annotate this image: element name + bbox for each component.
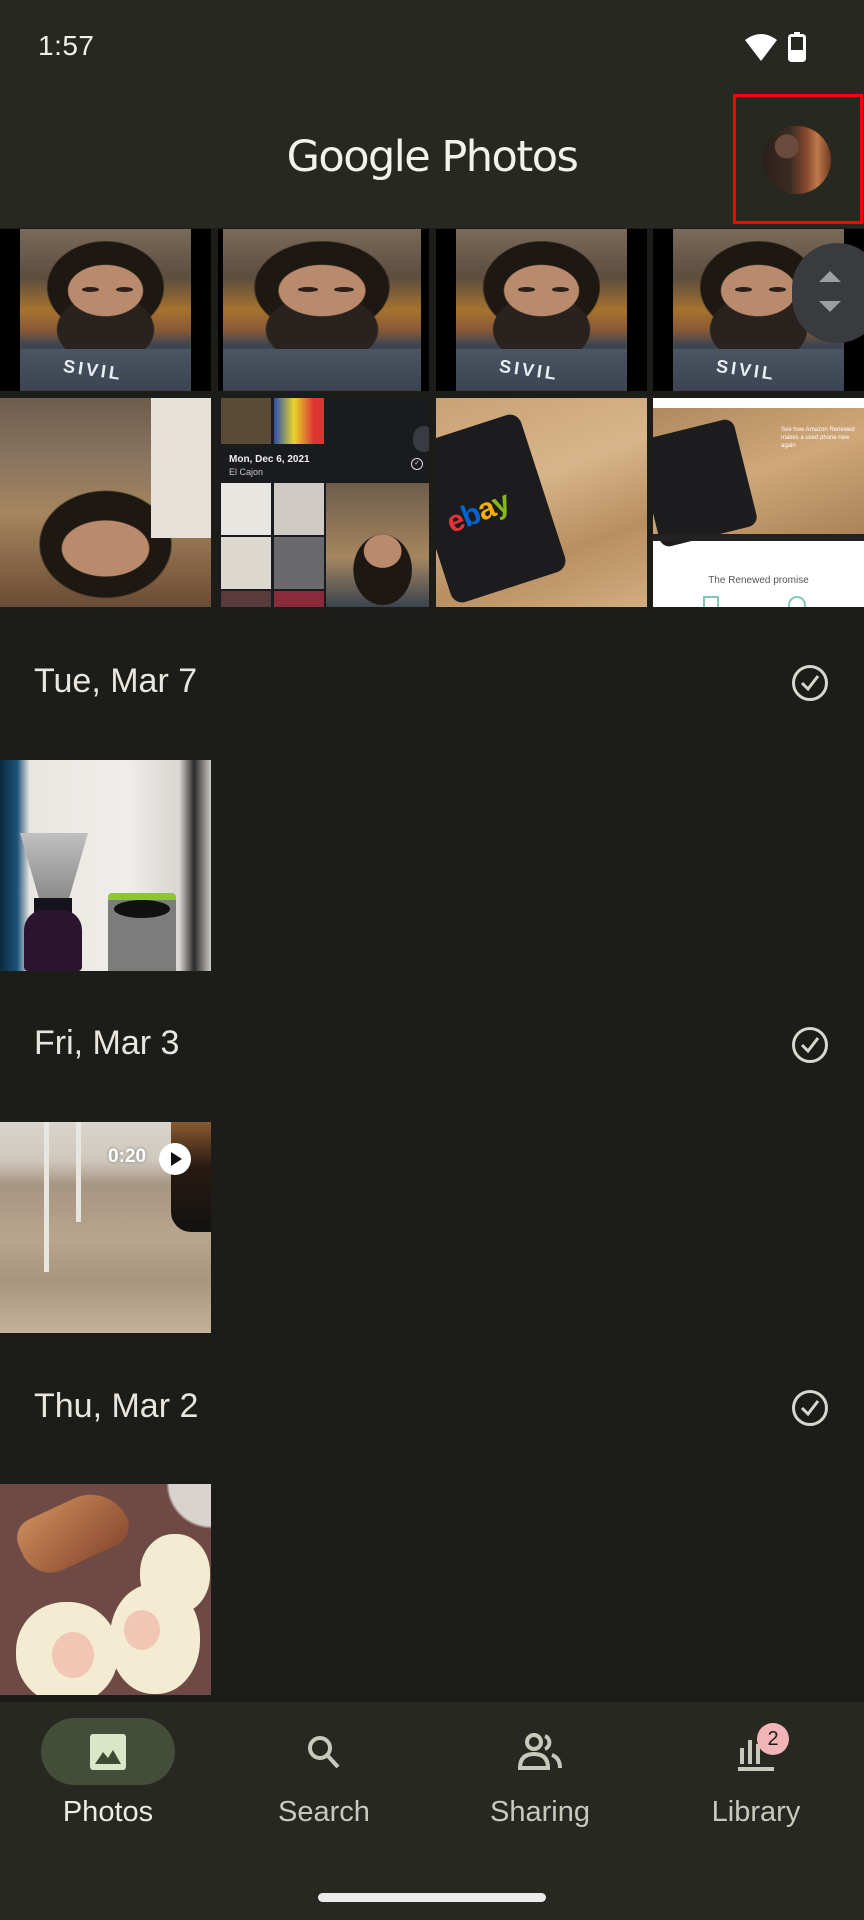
mini-scroll-handle [413,426,429,452]
battery-icon [788,32,806,62]
select-all-check-icon[interactable] [792,1390,828,1426]
nav-search[interactable]: Search [216,1702,432,1842]
photo-eggs[interactable] [0,1484,211,1695]
selfie-photo: SIVIL [20,229,191,391]
notification-badge: 2 [757,1723,789,1755]
nav-library[interactable]: Library [648,1702,864,1842]
select-all-check-icon[interactable] [792,1027,828,1063]
nav-label: Library [711,1796,801,1828]
scroll-up-arrow-icon [819,271,841,282]
nav-label: Search [278,1796,370,1828]
selfie-photo [223,229,421,391]
scroll-down-arrow-icon [819,301,841,312]
screenshot-tile[interactable]: See how Amazon Renewed makes a used phon… [653,398,864,607]
photos-icon [90,1734,126,1770]
check-icon: ✓ [411,458,423,470]
section-date: Fri, Mar 3 [34,1024,180,1062]
selfie-photo [0,398,211,607]
nav-label: Sharing [490,1796,590,1828]
select-all-check-icon[interactable] [792,665,828,701]
collage-place: El Cajon [229,467,264,477]
photo-tile[interactable] [218,229,429,391]
video-thumbnail[interactable]: 0:20 [0,1122,211,1333]
photo-tile[interactable]: SIVIL [0,229,211,391]
section-date: Tue, Mar 7 [34,662,198,700]
collage-date: Mon, Dec 6, 2021 [229,454,310,465]
photo-coffee[interactable] [0,760,211,971]
app-title-google: Google [286,132,431,182]
photo-tile[interactable]: SIVIL [436,229,647,391]
nav-label: Photos [62,1796,154,1828]
home-indicator[interactable] [318,1893,546,1902]
nav-photos[interactable]: Photos [0,1702,216,1842]
photo-tile[interactable] [0,398,211,607]
flag-banner [151,398,211,538]
play-icon [159,1143,191,1175]
search-icon [308,1736,340,1769]
renew-heading: The Renewed promise [708,575,809,586]
ebay-photo-tile[interactable]: ebay [436,398,647,607]
bottom-navigation: Photos Search Sharing Library [0,1702,864,1920]
app-title-photos: Photos [441,132,579,182]
section-date: Thu, Mar 2 [34,1387,199,1425]
status-time: 1:57 [38,30,95,61]
renew-caption: See how Amazon Renewed makes a used phon… [781,427,855,449]
wifi-icon [745,34,777,61]
sharing-icon [517,1733,562,1770]
nav-sharing[interactable]: Sharing [432,1702,648,1842]
account-avatar[interactable] [763,126,831,194]
screenshot-tile[interactable]: Mon, Dec 6, 2021 El Cajon ✓ [218,398,429,607]
selfie-photo: SIVIL [456,229,627,391]
video-duration: 0:20 [108,1146,147,1167]
fast-scroll-handle[interactable] [792,243,864,343]
